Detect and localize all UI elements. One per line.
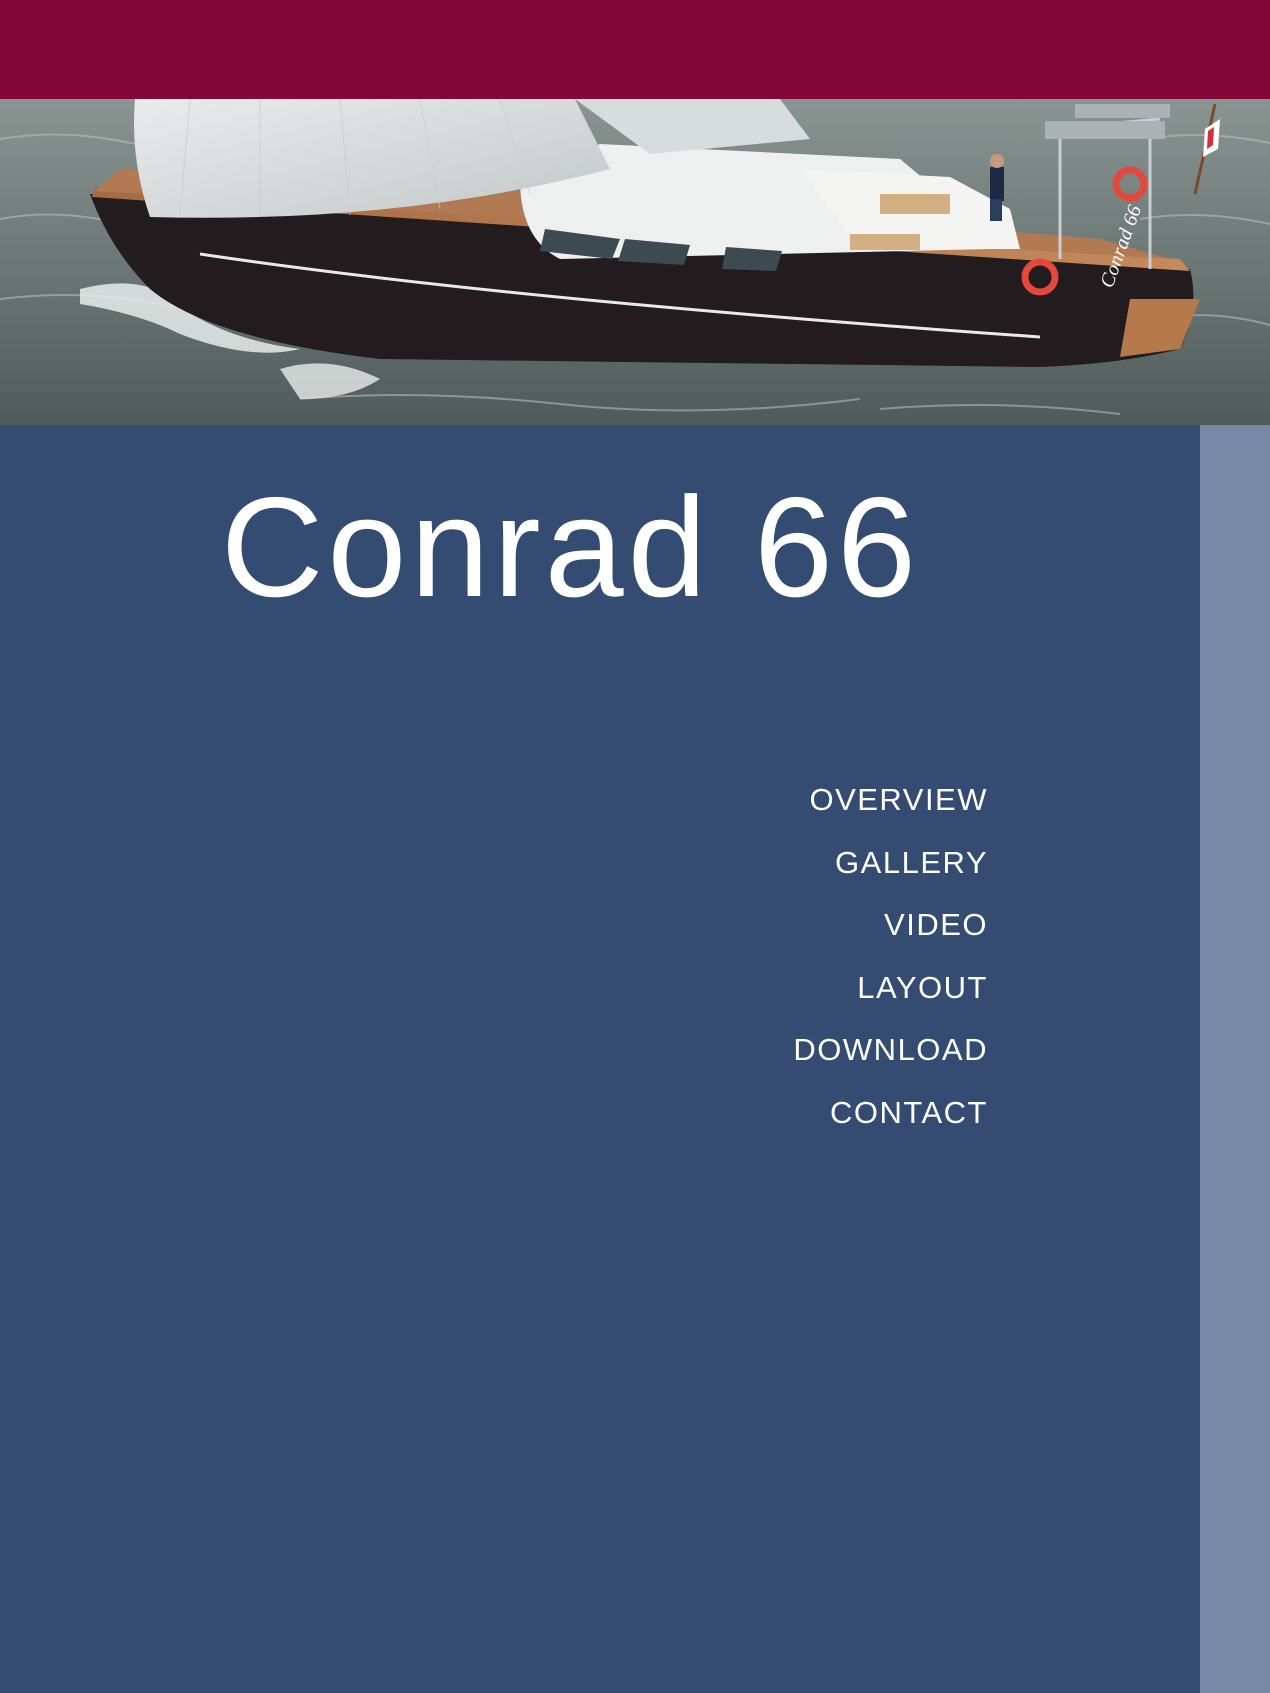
top-banner-bar [0,0,1270,99]
page-title: Conrad 66 [220,468,920,627]
nav-overview-link[interactable]: OVERVIEW [793,769,988,832]
nav-layout-link[interactable]: LAYOUT [793,957,988,1020]
nav-download-link[interactable]: DOWNLOAD [793,1019,988,1082]
main-panel: Conrad 66 OVERVIEW GALLERY VIDEO LAYOUT … [0,425,1200,1693]
main-nav: OVERVIEW GALLERY VIDEO LAYOUT DOWNLOAD C… [793,769,988,1144]
nav-video-link[interactable]: VIDEO [793,894,988,957]
side-accent-strip [1200,425,1270,1693]
sailing-yacht-photo-icon: Conrad 66 [0,99,1270,425]
hero-yacht-photo: Conrad 66 [0,99,1270,425]
nav-gallery-link[interactable]: GALLERY [793,832,988,895]
page: Conrad 66 Conrad 66 OVERVIEW GALLERY VID… [0,0,1270,1693]
nav-contact-link[interactable]: CONTACT [793,1082,988,1145]
